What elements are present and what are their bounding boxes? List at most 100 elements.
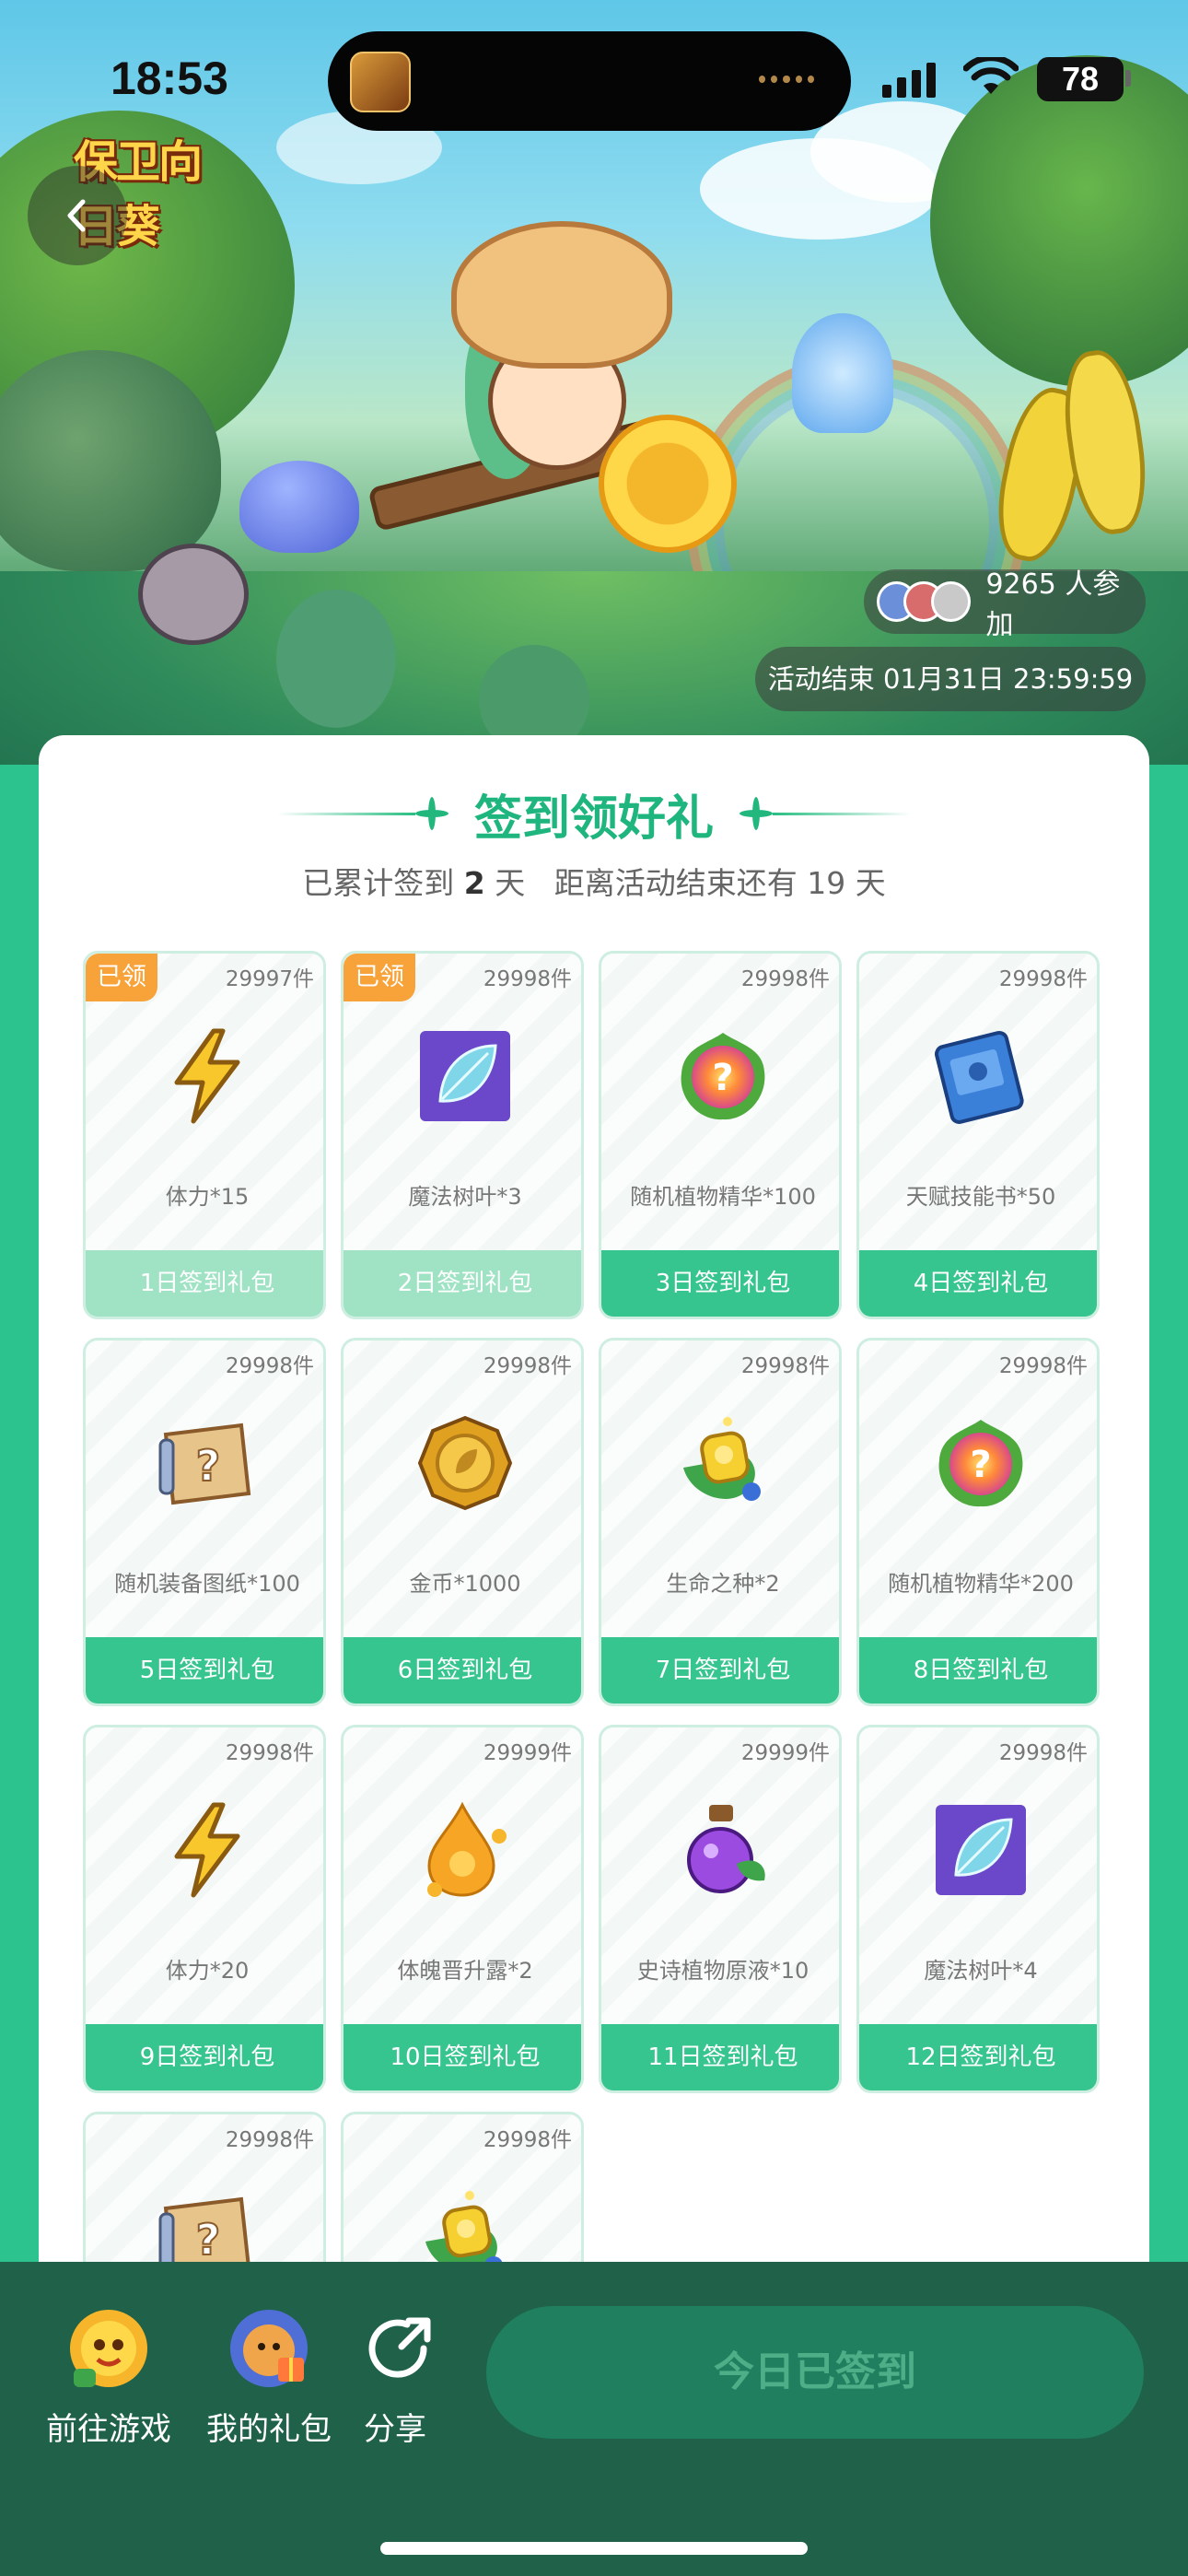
status-time: 18:53 <box>111 53 228 104</box>
gift-day-label: 6日签到礼包 <box>344 1637 581 1704</box>
gift-day-label: 2日签到礼包 <box>344 1250 581 1317</box>
gift-name: 随机植物精华*100 <box>630 1184 816 1210</box>
gift-name: 魔法树叶*3 <box>408 1184 522 1210</box>
gift-day-label: 3日签到礼包 <box>601 1250 839 1317</box>
gift-day-label: 9日签到礼包 <box>86 2024 323 2090</box>
dew-drop-icon <box>414 1799 516 1901</box>
skill-book-icon <box>930 1025 1031 1127</box>
gift-card-day-11[interactable]: 29999件史诗植物原液*10 11日签到礼包 <box>599 1725 842 2093</box>
my-gifts-button[interactable]: 我的礼包 <box>201 2304 337 2449</box>
stock-count: 29998件 <box>225 2128 314 2152</box>
dynamic-island <box>328 31 851 131</box>
gift-name: 随机装备图纸*100 <box>114 1571 300 1597</box>
bottom-action-bar: 前往游戏 我的礼包 分享 今日已签到 <box>0 2262 1188 2576</box>
wifi-icon <box>963 57 1019 94</box>
gift-card-day-3[interactable]: 29998件? 随机植物精华*100 3日签到礼包 <box>599 951 842 1319</box>
gift-card-day-7[interactable]: 29998件生命之种*2 7日签到礼包 <box>599 1338 842 1706</box>
gift-day-label: 1日签到礼包 <box>86 1250 323 1317</box>
stock-count: 29999件 <box>740 1741 830 1765</box>
decor-line <box>773 812 911 815</box>
stock-count: 29998件 <box>483 1354 572 1378</box>
gift-name: 金币*1000 <box>409 1571 521 1597</box>
magic-leaf-icon <box>930 1799 1031 1901</box>
home-indicator <box>380 2542 808 2555</box>
gift-card-day-10[interactable]: 29999件体魄晋升露*2 10日签到礼包 <box>341 1725 584 2093</box>
plant-essence-icon: ? <box>672 1025 774 1127</box>
share-icon <box>355 2304 444 2393</box>
gift-card-day-4[interactable]: 29998件天赋技能书*50 4日签到礼包 <box>856 951 1100 1319</box>
gift-name: 随机植物精华*200 <box>888 1571 1074 1597</box>
gift-card-day-6[interactable]: 29998件金币*1000 6日签到礼包 <box>341 1338 584 1706</box>
gift-card-day-1[interactable]: 已领 29997件体力*15 1日签到礼包 <box>83 951 326 1319</box>
gift-day-label: 7日签到礼包 <box>601 1637 839 1704</box>
slime-character <box>239 461 359 553</box>
card-header: 签到领好礼 <box>39 781 1149 847</box>
gift-card-day-2[interactable]: 已领 29998件魔法树叶*3 2日签到礼包 <box>341 951 584 1319</box>
stock-count: 29998件 <box>483 967 572 991</box>
svg-text:?: ? <box>970 1444 991 1486</box>
blueprint-icon: ? <box>157 1412 258 1514</box>
svg-text:?: ? <box>712 1057 733 1099</box>
lightning-icon <box>157 1799 258 1901</box>
go-game-button[interactable]: 前往游戏 <box>41 2304 177 2449</box>
stock-count: 29998件 <box>225 1354 314 1378</box>
sunflower-game-icon <box>64 2304 153 2393</box>
app-thumbnail-icon <box>350 52 411 112</box>
chevron-left-icon <box>67 199 86 232</box>
decor-line <box>276 812 415 815</box>
gift-day-label: 5日签到礼包 <box>86 1637 323 1704</box>
signed-in-today-button[interactable]: 今日已签到 <box>486 2306 1144 2439</box>
gift-name: 史诗植物原液*10 <box>636 1958 809 1984</box>
gift-name: 天赋技能书*50 <box>905 1184 1056 1210</box>
mole-character <box>138 544 249 645</box>
sunflower-character <box>599 415 737 553</box>
stock-count: 29998件 <box>740 967 830 991</box>
participants-pill: 9265 人参加 <box>864 568 1146 641</box>
claimed-badge: 已领 <box>344 954 415 1001</box>
potion-icon <box>672 1799 774 1901</box>
gift-day-label: 12日签到礼包 <box>859 2024 1097 2090</box>
sparkle-icon <box>415 797 448 830</box>
gift-card-day-8[interactable]: 29998件? 随机植物精华*200 8日签到礼包 <box>856 1338 1100 1706</box>
gift-day-label: 8日签到礼包 <box>859 1637 1097 1704</box>
gift-name: 体力*15 <box>165 1184 250 1210</box>
activity-end-time: 活动结束 01月31日 23:59:59 <box>755 647 1146 711</box>
gift-name: 体魄晋升露*2 <box>397 1958 533 1984</box>
signin-progress: 已累计签到 2 天 距离活动结束还有 19 天 <box>302 865 886 901</box>
svg-text:?: ? <box>196 2215 221 2265</box>
back-button[interactable] <box>28 166 127 265</box>
lightning-icon <box>157 1025 258 1127</box>
plant-essence-icon: ? <box>930 1412 1031 1514</box>
claimed-badge: 已领 <box>86 954 157 1001</box>
gift-name: 体力*20 <box>165 1958 250 1984</box>
stock-count: 29997件 <box>225 967 314 991</box>
svg-text:?: ? <box>196 1441 221 1491</box>
gift-day-label: 11日签到礼包 <box>601 2024 839 2090</box>
stock-count: 29998件 <box>998 1354 1088 1378</box>
stock-count: 29998件 <box>998 1741 1088 1765</box>
magic-leaf-icon <box>414 1025 516 1127</box>
gift-card-day-12[interactable]: 29998件 魔法树叶*4 12日签到礼包 <box>856 1725 1100 2093</box>
gift-day-label: 4日签到礼包 <box>859 1250 1097 1317</box>
gift-day-label: 10日签到礼包 <box>344 2024 581 2090</box>
gift-name: 生命之种*2 <box>666 1571 780 1597</box>
stock-count: 29998件 <box>998 967 1088 991</box>
stock-count: 29998件 <box>225 1741 314 1765</box>
signin-card: 签到领好礼 已累计签到 2 天 距离活动结束还有 19 天 已领 29997件体力… <box>39 735 1149 2480</box>
stock-count: 29999件 <box>483 1741 572 1765</box>
gold-coin-icon <box>414 1412 516 1514</box>
stock-count: 29998件 <box>740 1354 830 1378</box>
cellular-signal-icon <box>882 61 936 98</box>
avatar <box>930 581 972 622</box>
share-button[interactable]: 分享 <box>355 2304 435 2449</box>
stock-count: 29998件 <box>483 2128 572 2152</box>
ghost-character <box>792 313 893 433</box>
life-seed-icon <box>672 1412 774 1514</box>
page-title: 签到领好礼 <box>473 790 714 847</box>
battery-indicator: 78 <box>1037 57 1124 101</box>
gift-card-day-5[interactable]: 29998件? 随机装备图纸*100 5日签到礼包 <box>83 1338 326 1706</box>
participants-count: 9265 人参加 <box>985 568 1121 641</box>
gift-avatar-icon <box>225 2304 313 2393</box>
gift-card-day-9[interactable]: 29998件体力*20 9日签到礼包 <box>83 1725 326 2093</box>
sparkle-icon <box>740 797 773 830</box>
